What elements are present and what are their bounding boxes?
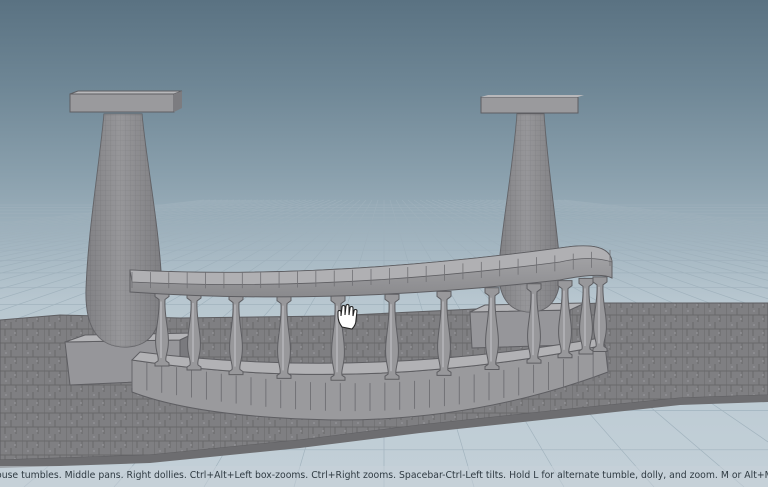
- baluster: [276, 295, 292, 379]
- baluster: [484, 287, 500, 371]
- baluster: [384, 293, 400, 380]
- baluster: [557, 280, 573, 359]
- baluster: [578, 277, 594, 355]
- baluster: [228, 294, 244, 376]
- baluster: [436, 290, 452, 376]
- 3d-viewport[interactable]: ouse tumbles. Middle pans. Right dollies…: [0, 0, 768, 487]
- baluster: [592, 276, 608, 352]
- scene-canvas[interactable]: [0, 0, 768, 487]
- status-bar: ouse tumbles. Middle pans. Right dollies…: [0, 466, 768, 487]
- status-help-text: ouse tumbles. Middle pans. Right dollies…: [0, 470, 768, 481]
